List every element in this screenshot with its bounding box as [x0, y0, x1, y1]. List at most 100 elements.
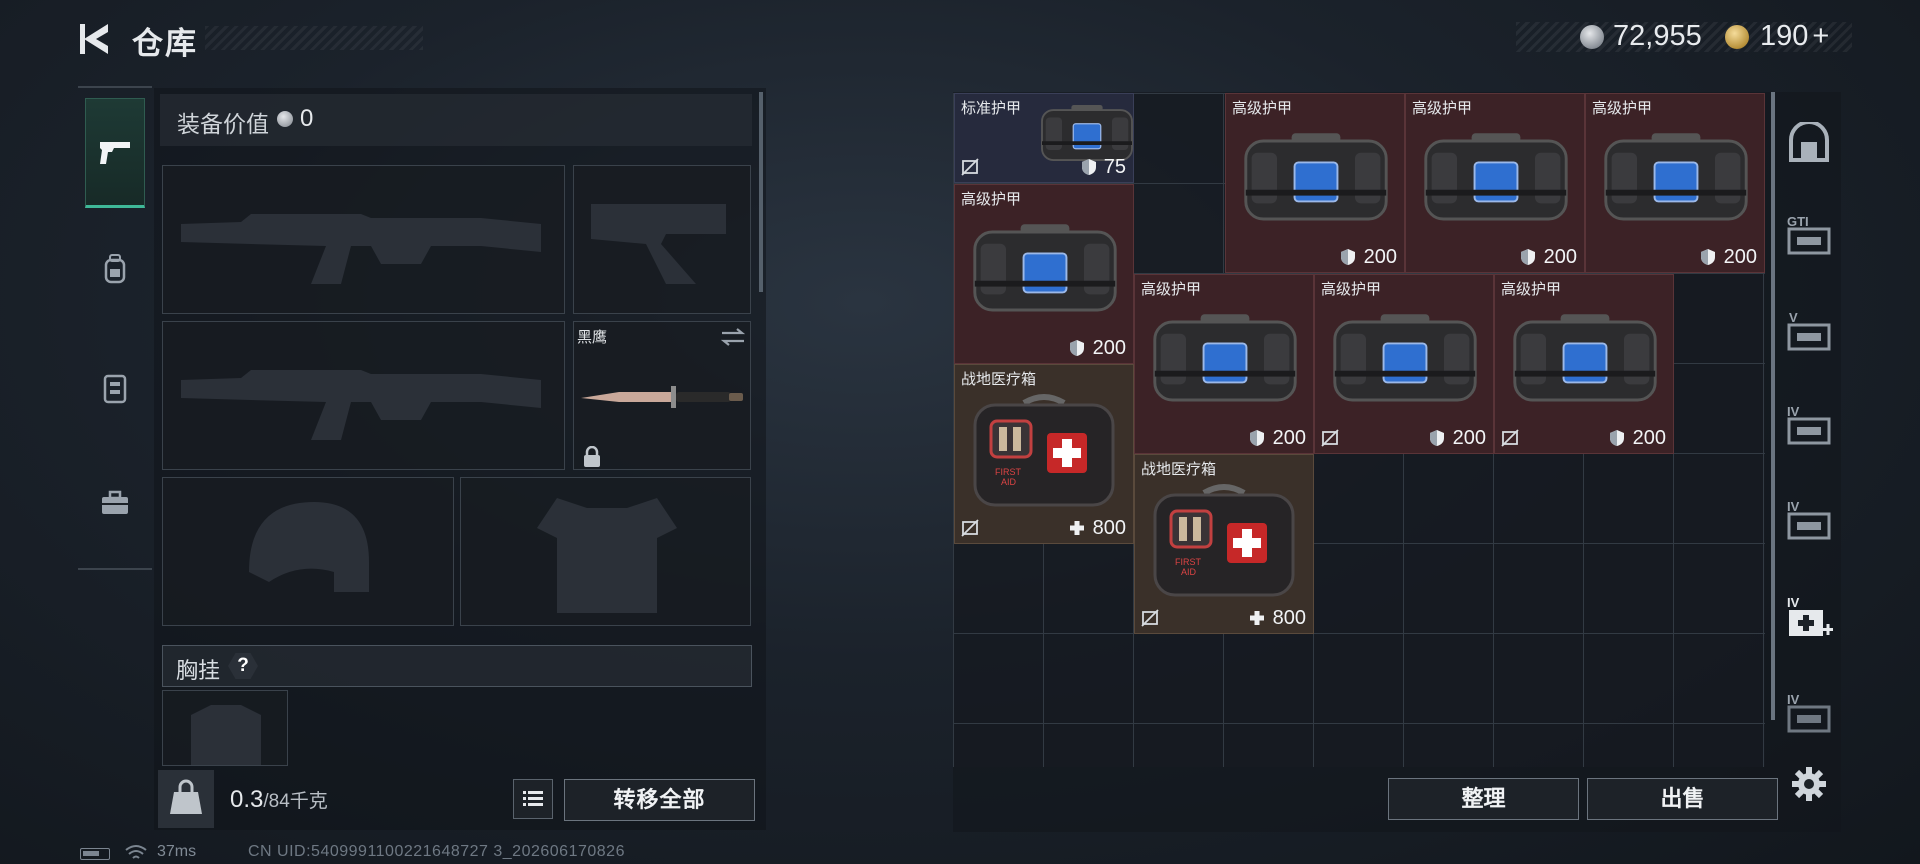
- body-armor-slot[interactable]: [460, 477, 751, 626]
- item-name: 高级护甲: [1321, 281, 1382, 298]
- sell-button[interactable]: 出售: [1587, 778, 1778, 820]
- item-value: 200: [1272, 427, 1306, 449]
- container-filter-iv-a[interactable]: IV: [1785, 402, 1833, 450]
- armor-bag-icon: [1153, 314, 1297, 402]
- svg-text:AID: AID: [1181, 567, 1197, 577]
- armor-item[interactable]: 高级护甲 200: [1134, 274, 1314, 454]
- container-filter-medical[interactable]: IV: [1785, 595, 1833, 643]
- uninsured-icon: [961, 158, 979, 176]
- wifi-icon: [125, 845, 147, 859]
- container-filter-v[interactable]: V: [1785, 308, 1833, 356]
- primary-weapon-slot[interactable]: [162, 165, 565, 314]
- item-name: 战地医疗箱: [1141, 461, 1217, 478]
- list-view-button[interactable]: [513, 779, 553, 819]
- item-name: 高级护甲: [961, 191, 1022, 208]
- back-button[interactable]: [78, 20, 112, 58]
- gold-amount: 190: [1760, 20, 1809, 52]
- secondary-weapon-slot[interactable]: [162, 321, 565, 470]
- tab-backpack[interactable]: [85, 213, 145, 323]
- container-filter-gti[interactable]: GTI: [1785, 212, 1833, 260]
- container-filter-iv-b[interactable]: IV: [1785, 497, 1833, 545]
- armor-bag-icon: [1244, 133, 1388, 221]
- chest-rig-label: 胸挂: [176, 658, 221, 683]
- item-value: 75: [1103, 156, 1126, 178]
- pistol-silhouette-icon: [591, 204, 726, 284]
- item-name: 高级护甲: [1141, 281, 1202, 298]
- shield-icon: [1340, 248, 1356, 266]
- item-image: [1418, 130, 1574, 235]
- item-name: 标准护甲: [961, 100, 1022, 117]
- armor-item[interactable]: 高级护甲 200: [1405, 93, 1585, 273]
- shield-icon: [1069, 339, 1085, 357]
- silver-coin-icon: [1580, 25, 1604, 49]
- shield-icon: [1520, 248, 1536, 266]
- shield-icon: [1249, 429, 1265, 447]
- rifle-silhouette-icon: [181, 214, 541, 284]
- ping-readout: 37ms: [157, 843, 197, 860]
- medkit-item[interactable]: FIRST AID 战地医疗箱 800: [1134, 454, 1314, 634]
- container-filter-all[interactable]: [1785, 118, 1833, 166]
- item-image: FIRST AID: [969, 391, 1119, 516]
- item-image: [1507, 311, 1663, 416]
- item-value: 200: [1632, 427, 1666, 449]
- item-value: 200: [1363, 246, 1397, 268]
- item-value: 200: [1452, 427, 1486, 449]
- chest-rig-slot[interactable]: [162, 690, 288, 766]
- settings-button[interactable]: [1785, 760, 1833, 808]
- item-image: [1147, 311, 1303, 416]
- armor-item[interactable]: 标准护甲 75: [954, 93, 1134, 183]
- equipment-value-label: 装备价值: [177, 111, 269, 137]
- add-gold-button[interactable]: +: [1812, 20, 1829, 52]
- armor-item[interactable]: 高级护甲 200: [1314, 274, 1494, 454]
- medkit-item[interactable]: FIRST AID 战地医疗箱 800: [954, 364, 1134, 544]
- armor-bag-icon: [1513, 314, 1657, 402]
- rail-label-iv: IV: [1787, 595, 1800, 610]
- tab-weapons[interactable]: [85, 98, 145, 208]
- container-filter-iv-c[interactable]: IV: [1785, 690, 1833, 738]
- gold-balance[interactable]: 190 +: [1760, 20, 1829, 53]
- rail-label-iv: IV: [1787, 404, 1800, 419]
- uninsured-icon: [1141, 609, 1159, 627]
- storage-scrollbar[interactable]: [1771, 92, 1775, 720]
- item-name: 高级护甲: [1412, 100, 1473, 117]
- rail-label-iv: IV: [1787, 499, 1800, 514]
- briefcase-icon: [102, 490, 128, 514]
- armor-bag-icon: [1604, 133, 1748, 221]
- armor-item[interactable]: 高级护甲 200: [1225, 93, 1405, 273]
- armor-item[interactable]: 高级护甲 200: [1494, 274, 1674, 454]
- rail-label-v: V: [1789, 310, 1798, 325]
- helmet-slot[interactable]: [162, 477, 454, 626]
- armor-bag-icon: [1424, 133, 1568, 221]
- item-image: FIRST AID: [1149, 481, 1299, 606]
- medkit-icon: FIRST AID: [973, 394, 1115, 507]
- sort-button[interactable]: 整理: [1388, 778, 1579, 820]
- tab-vest[interactable]: [85, 333, 145, 443]
- loadout-scrollbar[interactable]: [759, 92, 763, 292]
- gear-icon: [1792, 767, 1826, 801]
- item-value: 200: [1092, 337, 1126, 359]
- weight-current: 0.3: [230, 786, 264, 813]
- pistol-slot[interactable]: [573, 165, 751, 314]
- armor-item[interactable]: 高级护甲 200: [1585, 93, 1765, 273]
- vest-icon: [103, 374, 127, 404]
- armor-item[interactable]: 高级护甲 200: [954, 184, 1134, 364]
- pistol-icon: [100, 142, 130, 164]
- helmet-silhouette-icon: [249, 502, 369, 592]
- item-image: [967, 221, 1123, 326]
- safe-box-icon: [1789, 122, 1829, 162]
- swap-icon[interactable]: [720, 328, 746, 346]
- svg-text:FIRST: FIRST: [1175, 557, 1202, 567]
- transfer-all-button[interactable]: 转移全部: [564, 779, 755, 821]
- tab-case[interactable]: [85, 448, 145, 558]
- heal-icon: [1249, 609, 1265, 627]
- medkit-icon: FIRST AID: [1153, 484, 1295, 597]
- shield-icon: [1429, 429, 1445, 447]
- svg-text:FIRST: FIRST: [995, 467, 1022, 477]
- equipment-value: 0: [300, 105, 314, 132]
- page-title: 仓库: [132, 26, 198, 61]
- silver-balance: 72,955: [1613, 20, 1702, 52]
- rail-label-iv: IV: [1787, 692, 1800, 707]
- shield-icon: [1081, 158, 1097, 176]
- shield-icon: [1700, 248, 1716, 266]
- item-value: 800: [1092, 517, 1126, 539]
